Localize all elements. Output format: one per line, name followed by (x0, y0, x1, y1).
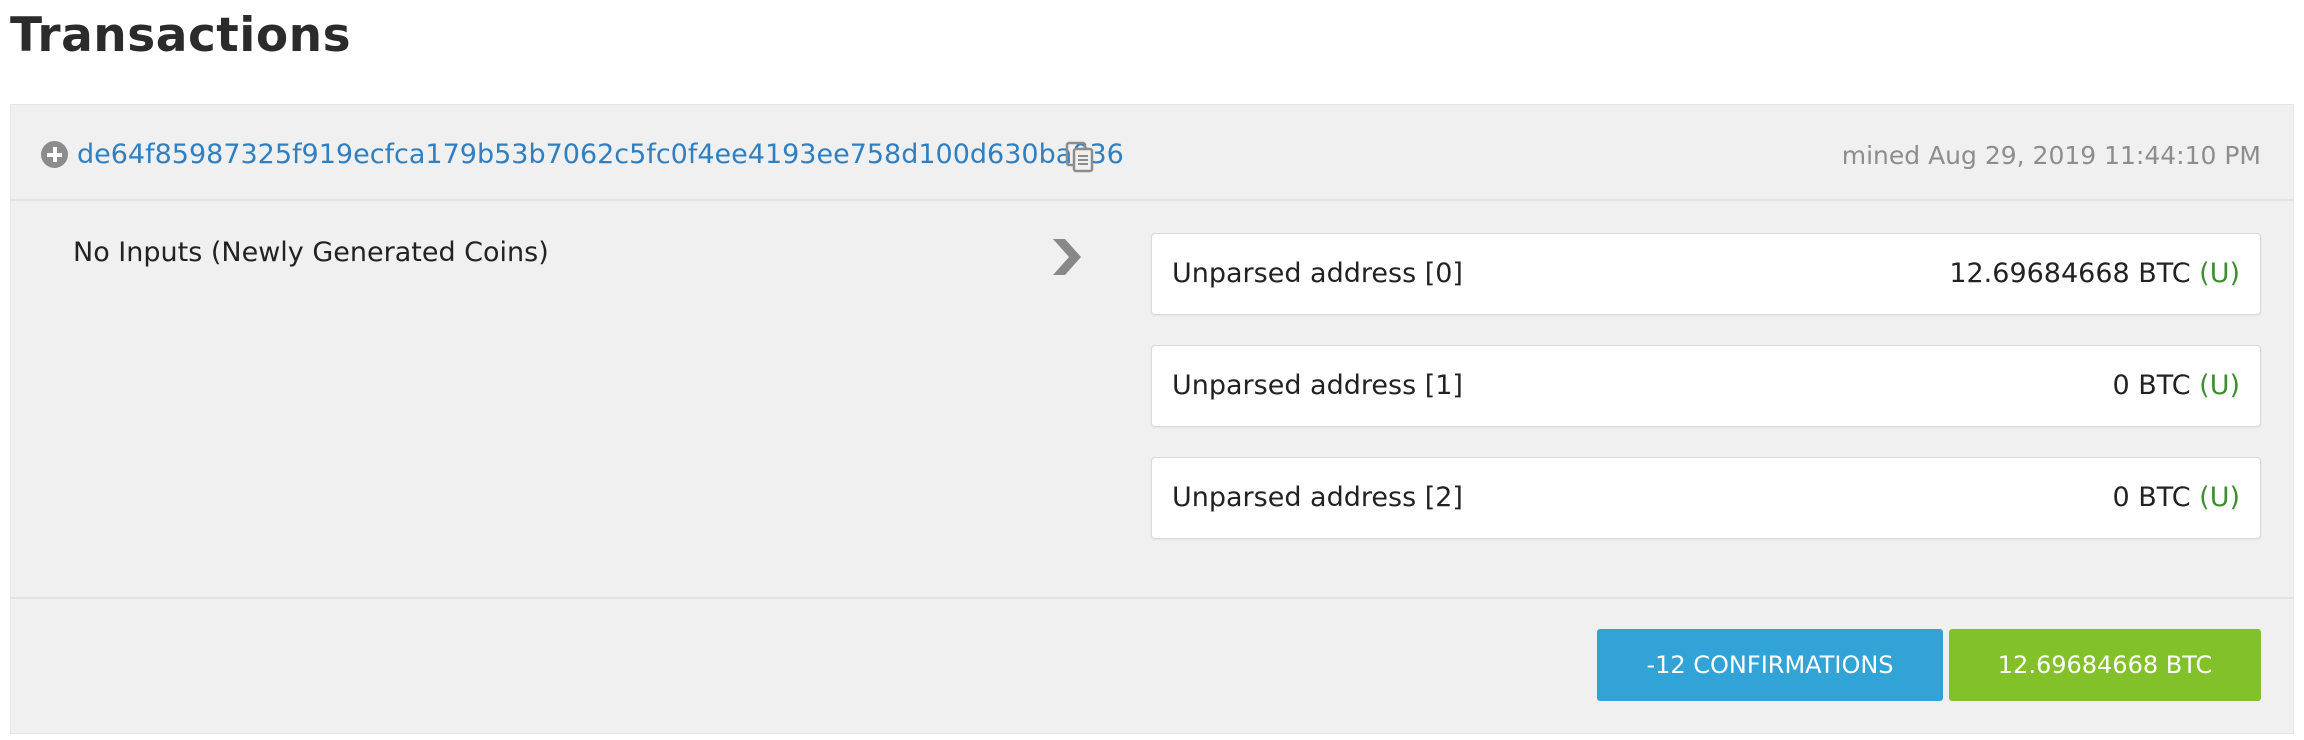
unspent-flag: (U) (2199, 482, 2240, 513)
output-amount-value: 0 BTC (2112, 482, 2191, 513)
output-row: Unparsed address [1] 0 BTC (U) (1151, 345, 2261, 427)
output-address: Unparsed address [0] (1172, 258, 1463, 289)
output-amount: 0 BTC (U) (2113, 370, 2240, 401)
output-address: Unparsed address [1] (1172, 370, 1463, 401)
transaction-card: de64f85987325f919ecfca179b53b7062c5fc0f4… (10, 104, 2294, 734)
total-amount-button[interactable]: 12.69684668 BTC (1949, 629, 2261, 701)
transaction-header: de64f85987325f919ecfca179b53b7062c5fc0f4… (11, 105, 2293, 201)
unspent-flag: (U) (2199, 258, 2240, 289)
output-amount-value: 12.69684668 BTC (1949, 258, 2191, 289)
output-amount: 0 BTC (U) (2113, 482, 2240, 513)
output-amount: 12.69684668 BTC (U) (1949, 258, 2240, 289)
unspent-flag: (U) (2199, 370, 2240, 401)
divider (11, 597, 2293, 599)
inputs-label: No Inputs (Newly Generated Coins) (73, 237, 549, 268)
output-address: Unparsed address [2] (1172, 482, 1463, 513)
mined-timestamp: mined Aug 29, 2019 11:44:10 PM (1841, 141, 2261, 170)
confirmations-button[interactable]: -12 CONFIRMATIONS (1597, 629, 1943, 701)
output-amount-value: 0 BTC (2112, 370, 2191, 401)
copy-icon[interactable] (1065, 141, 1095, 173)
transaction-hash-link[interactable]: de64f85987325f919ecfca179b53b7062c5fc0f4… (77, 139, 1124, 170)
chevron-right-icon (1053, 239, 1081, 275)
output-row: Unparsed address [2] 0 BTC (U) (1151, 457, 2261, 539)
page-title: Transactions (10, 8, 352, 63)
output-row: Unparsed address [0] 12.69684668 BTC (U) (1151, 233, 2261, 315)
plus-circle-icon[interactable] (41, 141, 68, 168)
